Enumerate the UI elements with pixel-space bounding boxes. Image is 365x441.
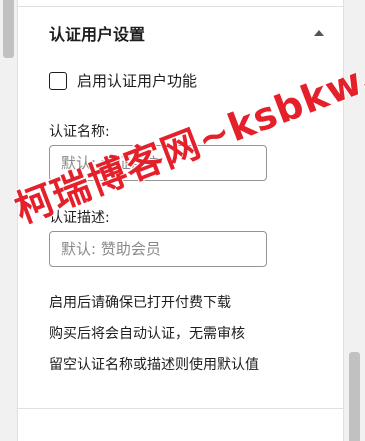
page: 认证用户设置 启用认证用户功能 认证名称: 认证描述: 启用后请确保已打开付费下… (0, 0, 365, 441)
settings-panel: 认证用户设置 启用认证用户功能 认证名称: 认证描述: 启用后请确保已打开付费下… (17, 0, 344, 441)
auth-desc-label: 认证描述: (49, 210, 110, 226)
right-scrollbar-thumb[interactable] (349, 352, 360, 441)
help-text-line-1: 启用后请确保已打开付费下载 (49, 295, 231, 311)
auth-name-label: 认证名称: (49, 124, 110, 140)
help-text-line-3: 留空认证名称或描述则使用默认值 (49, 357, 259, 373)
auth-desc-input[interactable] (49, 231, 267, 267)
triangle-up-icon[interactable] (314, 30, 324, 36)
left-scrollbar[interactable] (0, 0, 17, 441)
enable-auth-checkbox-label: 启用认证用户功能 (77, 72, 198, 90)
right-scrollbar[interactable] (344, 0, 365, 441)
left-scrollbar-thumb[interactable] (3, 0, 14, 58)
bottom-divider (18, 408, 343, 409)
auth-name-input[interactable] (49, 145, 267, 181)
help-text-line-2: 购买后将会自动认证，无需审核 (49, 326, 245, 342)
top-divider (18, 6, 343, 7)
enable-auth-checkbox[interactable] (49, 72, 67, 90)
enable-auth-checkbox-row[interactable]: 启用认证用户功能 (49, 70, 197, 92)
panel-title: 认证用户设置 (49, 25, 146, 44)
